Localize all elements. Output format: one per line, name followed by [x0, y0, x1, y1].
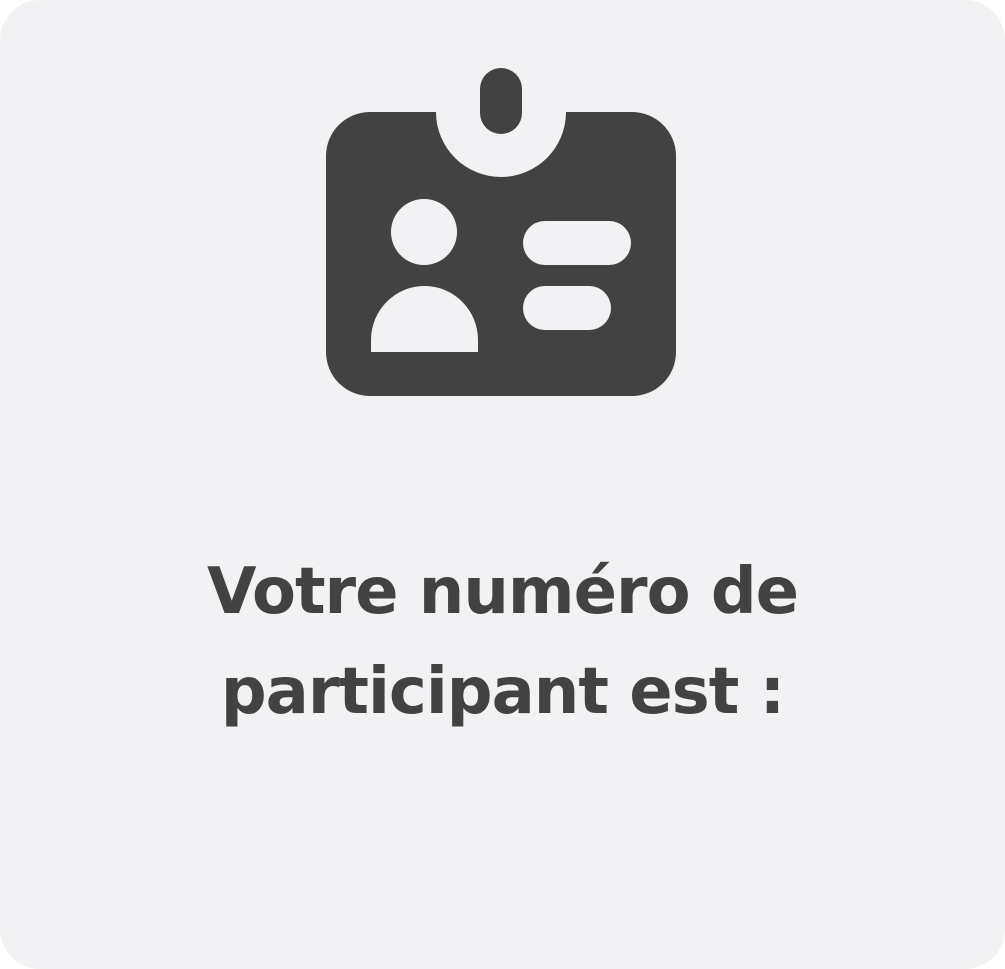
- participant-number-card: Votre numéro de participant est :: [0, 0, 1005, 969]
- message-line-2: participant est :: [220, 655, 785, 729]
- participant-badge-icon: [326, 68, 676, 396]
- message-line-1: Votre numéro de: [206, 555, 799, 629]
- participant-number-message: Votre numéro de participant est :: [0, 542, 1005, 742]
